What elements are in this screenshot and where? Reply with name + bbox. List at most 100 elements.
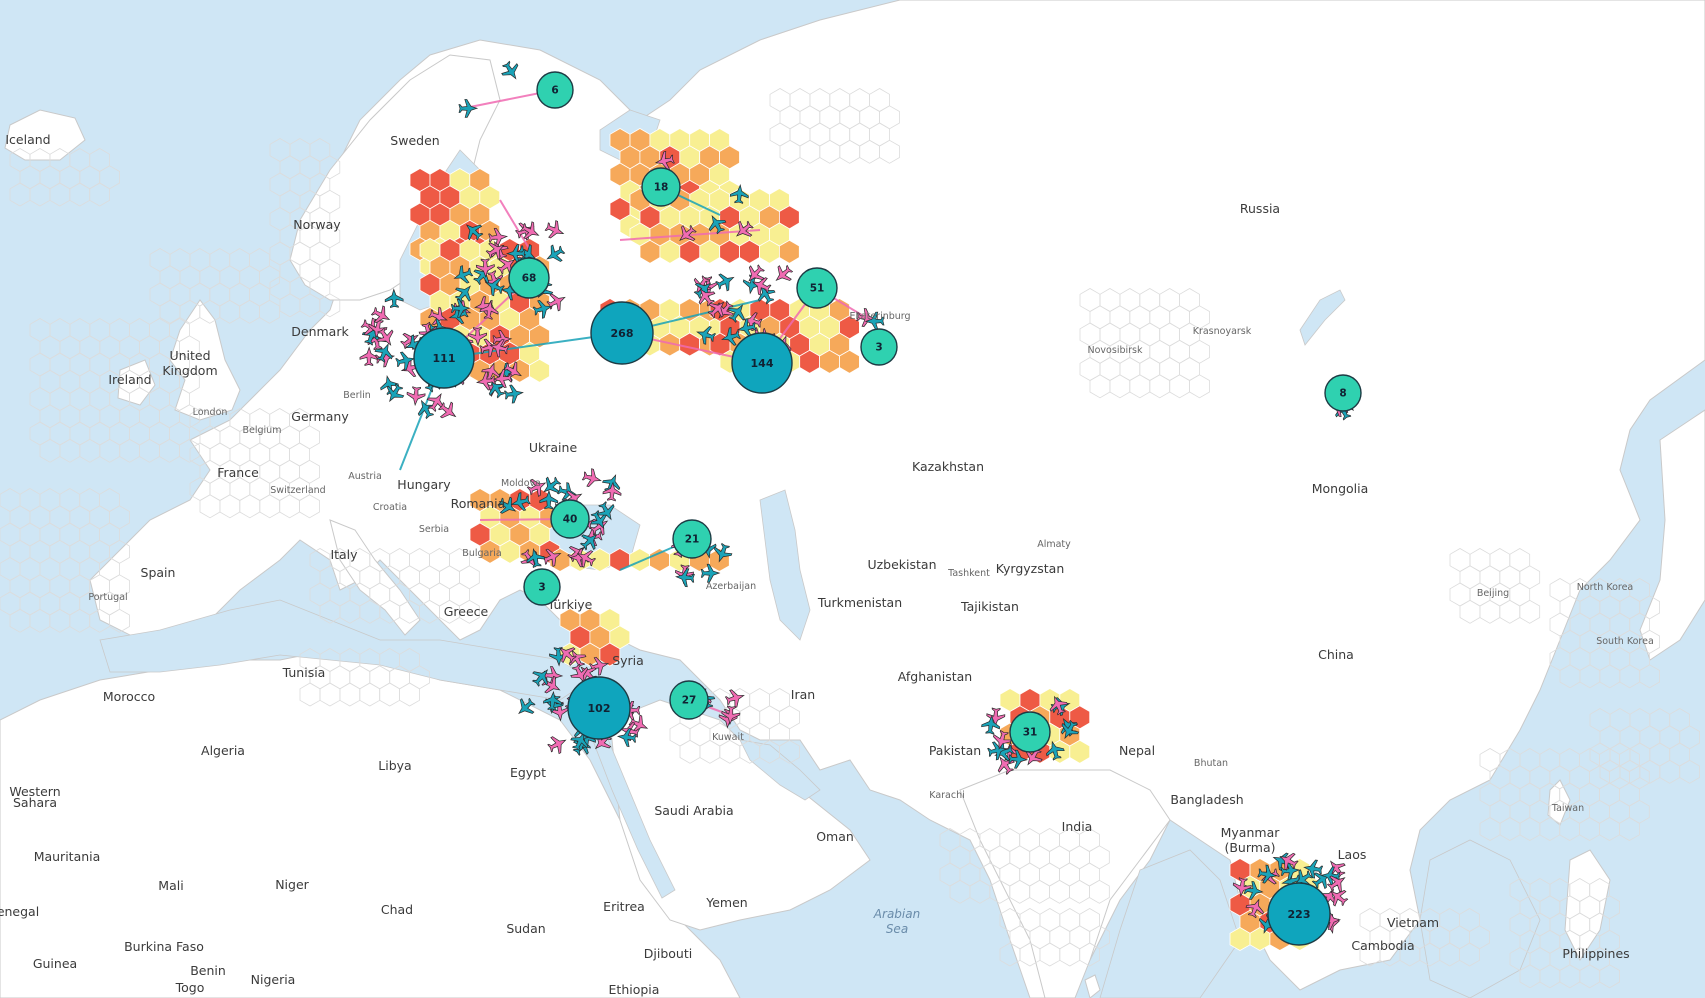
country-label: Morocco <box>103 689 155 704</box>
city-label: Tashkent <box>947 568 990 579</box>
city-label: Ekaterinburg <box>849 311 910 322</box>
country-label: Spain <box>141 565 176 580</box>
city-label: Almaty <box>1037 539 1071 550</box>
cluster-count: 144 <box>751 357 774 370</box>
country-label: Iran <box>791 687 815 702</box>
cluster-count: 3 <box>538 582 545 594</box>
country-label: Afghanistan <box>898 669 972 684</box>
city-label: Croatia <box>373 502 407 513</box>
cluster-count: 31 <box>1023 727 1038 739</box>
country-label: Sudan <box>506 921 545 936</box>
cluster-marker[interactable]: 27 <box>669 680 709 720</box>
country-label: Saudi Arabia <box>654 803 733 818</box>
country-label: Ireland <box>108 372 151 387</box>
country-label: Cambodia <box>1351 938 1414 953</box>
cluster-marker[interactable]: 223 <box>1267 882 1331 946</box>
city-label: Berlin <box>343 390 371 401</box>
city-label: Moldova <box>501 478 541 489</box>
country-label: China <box>1318 647 1354 662</box>
cluster-marker[interactable]: 144 <box>731 332 793 394</box>
country-label: Yemen <box>705 895 747 910</box>
city-label: Krasnoyarsk <box>1193 326 1252 337</box>
country-label: India <box>1062 819 1093 834</box>
map-canvas[interactable]: Iceland Sweden Norway Russia UnitedKingdom Ir… <box>0 0 1705 998</box>
country-label: Libya <box>378 758 411 773</box>
cluster-count: 223 <box>1288 908 1311 921</box>
country-label: Ukraine <box>529 440 578 455</box>
sea-label: Arabian <box>873 907 920 921</box>
cluster-count: 51 <box>810 283 825 295</box>
country-label: Philippines <box>1562 946 1629 961</box>
city-label: Novosibirsk <box>1088 345 1143 356</box>
city-label: Belgium <box>243 425 282 436</box>
country-label: Russia <box>1240 201 1280 216</box>
country-label: Chad <box>381 902 413 917</box>
country-label: Eritrea <box>603 899 645 914</box>
cluster-count: 3 <box>875 342 882 354</box>
country-label: Germany <box>291 409 349 424</box>
city-label: Karachi <box>929 790 965 801</box>
country-label: Syria <box>612 653 644 668</box>
country-label: Tajikistan <box>960 599 1019 614</box>
cluster-marker[interactable]: 18 <box>641 167 681 207</box>
city-label: Switzerland <box>270 485 325 496</box>
city-label: Portugal <box>88 592 127 603</box>
country-label: Guinea <box>33 956 77 971</box>
cluster-count: 18 <box>654 182 669 194</box>
cluster-count: 68 <box>522 273 537 285</box>
country-label: Egypt <box>510 765 546 780</box>
country-label: Benin <box>190 963 226 978</box>
country-label: Burkina Faso <box>124 939 204 954</box>
cluster-marker[interactable]: 68 <box>508 257 550 299</box>
city-label: London <box>193 407 228 418</box>
cluster-marker[interactable]: 3 <box>523 568 561 606</box>
country-label: Pakistan <box>929 743 981 758</box>
country-label: Uzbekistan <box>867 557 936 572</box>
city-label: South Korea <box>1596 636 1654 647</box>
country-label: Oman <box>816 829 854 844</box>
city-label: Austria <box>348 471 382 482</box>
cluster-marker[interactable]: 51 <box>796 267 838 309</box>
country-label: France <box>217 465 259 480</box>
cluster-marker[interactable]: 31 <box>1009 711 1051 753</box>
city-label: Bulgaria <box>462 548 501 559</box>
country-label: Ethiopia <box>609 982 660 997</box>
cluster-count: 6 <box>551 85 558 97</box>
country-label: Turkmenistan <box>817 595 902 610</box>
country-label: Niger <box>275 877 309 892</box>
country-label: Hungary <box>397 477 451 492</box>
country-label: Vietnam <box>1387 915 1439 930</box>
cluster-marker[interactable]: 6 <box>536 71 574 109</box>
city-label: Azerbaijan <box>706 581 756 592</box>
country-label: Tunisia <box>282 665 326 680</box>
country-label: Togo <box>175 980 205 995</box>
country-label: Sahara <box>13 795 57 810</box>
cluster-count: 40 <box>563 514 578 526</box>
cluster-marker[interactable]: 8 <box>1324 374 1362 412</box>
cluster-marker[interactable]: 3 <box>860 328 898 366</box>
cluster-marker[interactable]: 268 <box>590 301 654 365</box>
country-label: (Burma) <box>1224 840 1275 855</box>
city-label: Beijing <box>1477 588 1509 599</box>
cluster-marker[interactable]: 102 <box>567 676 631 740</box>
country-label: Kyrgyzstan <box>996 561 1065 576</box>
cluster-marker[interactable]: 21 <box>672 519 712 559</box>
country-label: Romania <box>451 496 506 511</box>
cluster-marker[interactable]: 111 <box>413 327 475 389</box>
country-label: Iceland <box>5 132 50 147</box>
country-label: enegal <box>0 904 39 919</box>
city-label: Taiwan <box>1551 803 1584 814</box>
city-label: North Korea <box>1577 582 1634 593</box>
country-label: Mali <box>158 878 183 893</box>
cluster-marker[interactable]: 40 <box>550 499 590 539</box>
country-label: Nigeria <box>251 972 296 987</box>
country-label: Mauritania <box>34 849 101 864</box>
country-label: Sweden <box>390 133 439 148</box>
country-label: Djibouti <box>644 946 692 961</box>
country-label: Bangladesh <box>1170 792 1243 807</box>
country-label: Italy <box>330 547 358 562</box>
country-label: Kazakhstan <box>912 459 984 474</box>
country-label: Kingdom <box>162 363 217 378</box>
city-label: Bhutan <box>1194 758 1228 769</box>
country-label: Greece <box>444 604 489 619</box>
